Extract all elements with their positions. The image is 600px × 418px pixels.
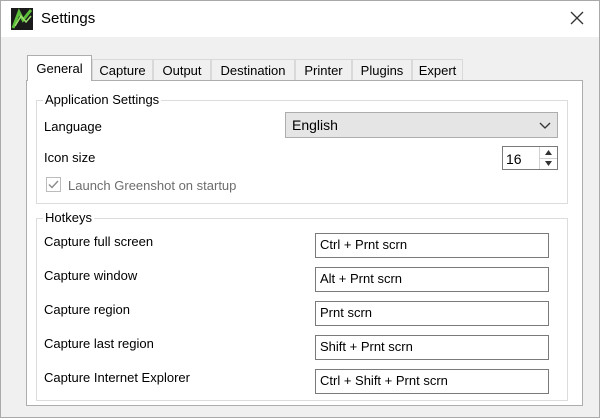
tab-label: Capture	[99, 62, 146, 78]
tab-label: Destination	[220, 62, 286, 78]
hotkey-field-window[interactable]: Alt + Prnt scrn	[315, 267, 549, 292]
hotkey-label-window: Capture window	[44, 268, 138, 283]
tab-plugins[interactable]: Plugins	[352, 59, 412, 80]
language-value: English	[292, 117, 338, 133]
application-settings-group: Application Settings Language English Ic…	[36, 92, 568, 204]
caret-down-icon	[545, 161, 552, 166]
hotkey-label-internet-explorer: Capture Internet Explorer	[44, 370, 190, 385]
hotkey-field-internet-explorer[interactable]: Ctrl + Shift + Prnt scrn	[315, 369, 549, 394]
icon-size-stepper[interactable]: 16	[502, 146, 558, 170]
language-label: Language	[44, 119, 102, 134]
tab-label: Output	[162, 62, 202, 78]
tab-output[interactable]: Output	[153, 59, 211, 80]
language-dropdown[interactable]: English	[285, 112, 558, 138]
hotkey-field-last-region[interactable]: Shift + Prnt scrn	[315, 335, 549, 360]
icon-size-value: 16	[506, 151, 522, 167]
chevron-down-icon	[539, 119, 551, 131]
tab-label: Plugins	[360, 62, 404, 78]
close-button[interactable]	[555, 1, 599, 37]
hotkeys-group: Hotkeys Capture full screen Ctrl + Prnt …	[36, 210, 568, 401]
stepper-buttons	[539, 147, 557, 169]
caret-up-icon	[545, 150, 552, 155]
tab-label: Expert	[418, 62, 457, 78]
general-tab-panel: Application Settings Language English Ic…	[26, 80, 583, 406]
greenshot-app-icon	[11, 8, 33, 30]
launch-on-startup-label: Launch Greenshot on startup	[68, 178, 237, 193]
group-legend: Application Settings	[43, 92, 162, 107]
settings-window: Settings General Capture Output Destinat…	[0, 0, 600, 418]
title-bar[interactable]: Settings	[1, 1, 599, 37]
tab-capture[interactable]: Capture	[92, 59, 153, 80]
window-title: Settings	[41, 10, 96, 27]
checkmark-icon	[48, 180, 59, 189]
hotkey-field-region[interactable]: Prnt scrn	[315, 301, 549, 326]
tab-destination[interactable]: Destination	[211, 59, 295, 80]
tab-general[interactable]: General	[27, 55, 92, 81]
tab-expert[interactable]: Expert	[412, 59, 463, 80]
hotkey-label-full-screen: Capture full screen	[44, 234, 154, 249]
group-legend: Hotkeys	[43, 210, 94, 225]
tab-printer[interactable]: Printer	[295, 59, 352, 80]
hotkey-label-region: Capture region	[44, 302, 130, 317]
icon-size-label: Icon size	[44, 150, 96, 165]
launch-on-startup-checkbox[interactable]	[46, 177, 61, 192]
close-icon	[570, 11, 584, 28]
hotkey-label-last-region: Capture last region	[44, 336, 154, 351]
tab-label: General	[36, 61, 83, 76]
stepper-down-button[interactable]	[540, 158, 557, 169]
tab-label: Printer	[304, 62, 343, 78]
hotkey-field-full-screen[interactable]: Ctrl + Prnt scrn	[315, 233, 549, 258]
